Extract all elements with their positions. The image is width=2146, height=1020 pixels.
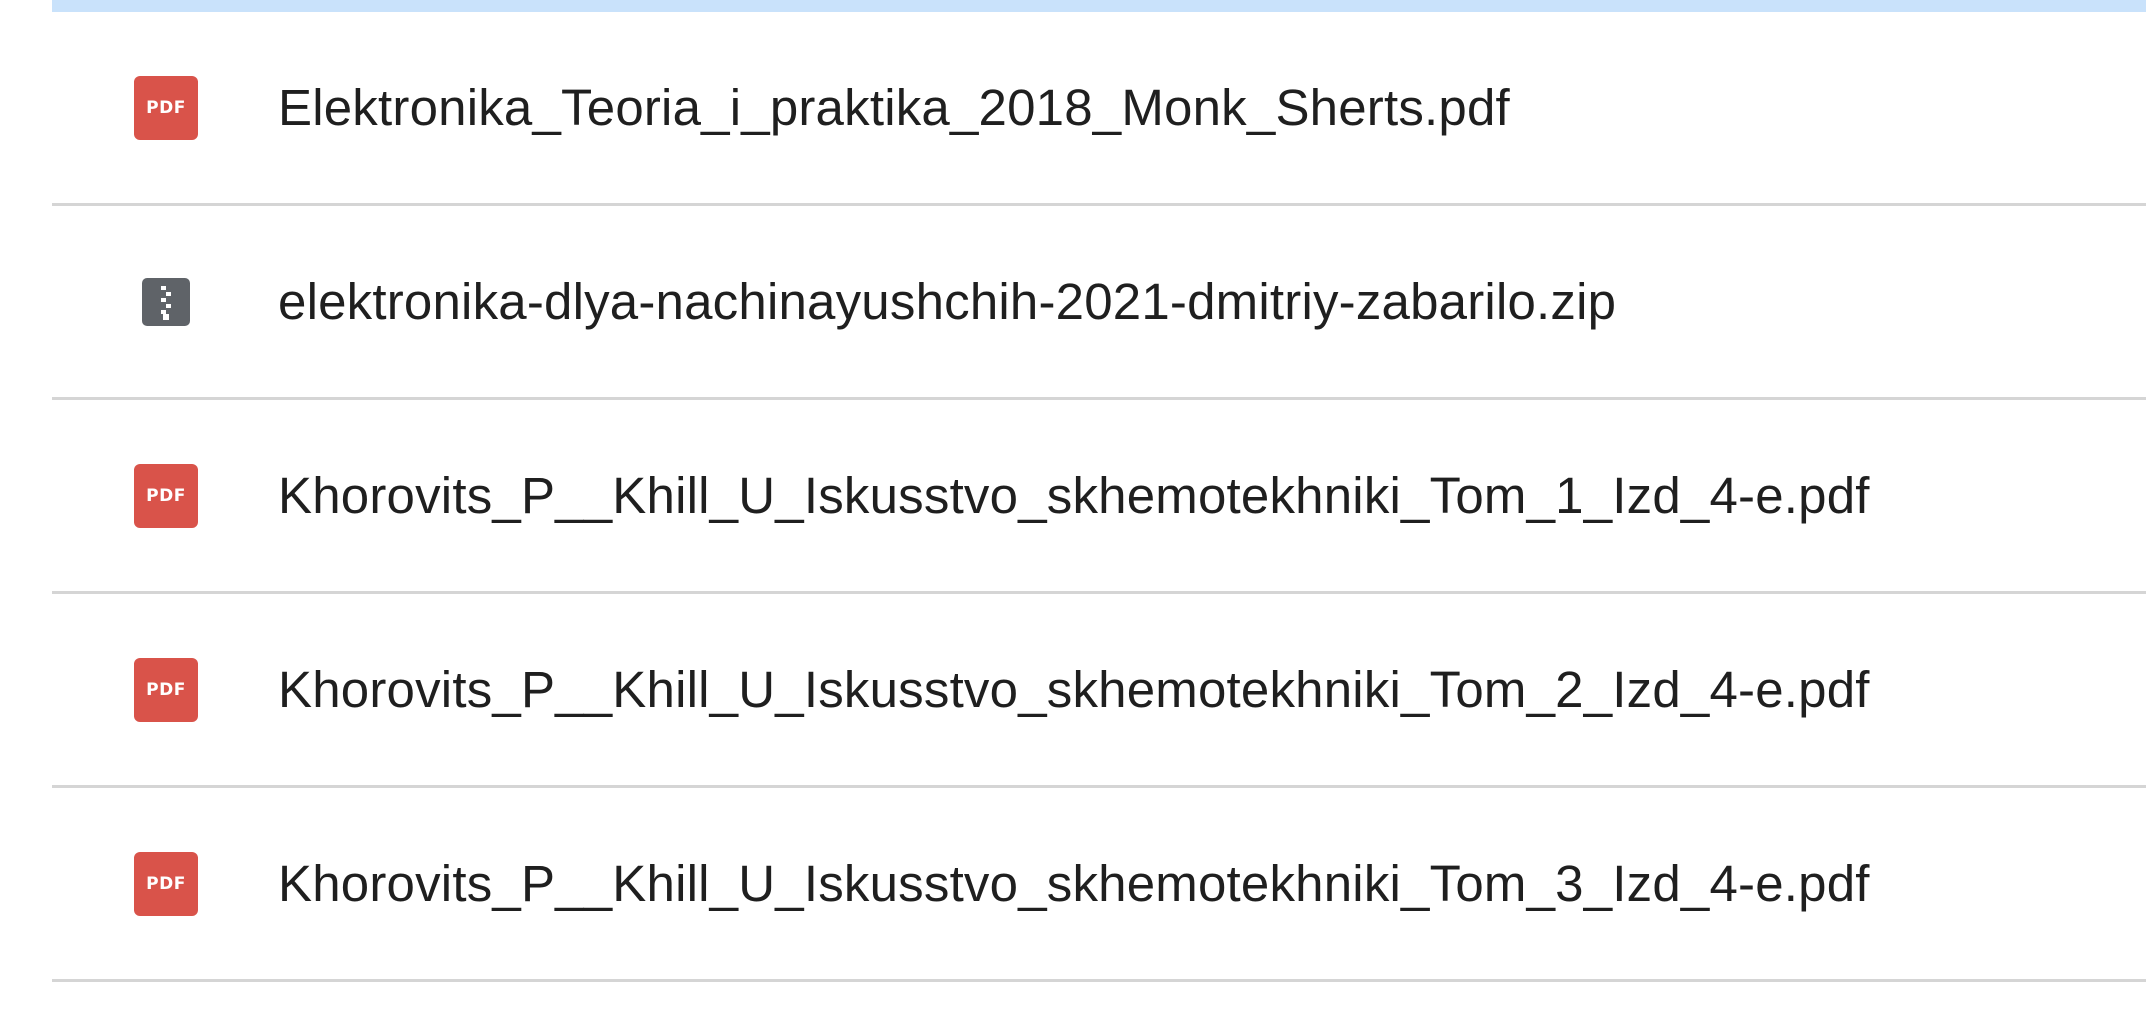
- file-row-pdf[interactable]: PDF Khorovits_P__Khill_U_Iskusstvo_skhem…: [52, 400, 2146, 594]
- pdf-file-icon: PDF: [134, 851, 198, 916]
- file-name: Khorovits_P__Khill_U_Iskusstvo_skhemotek…: [278, 855, 1870, 912]
- file-row-pdf[interactable]: PDF Elektronika_Teoria_i_praktika_2018_M…: [52, 12, 2146, 206]
- file-row-zip[interactable]: elektronika-dlya-nachinayushchih-2021-dm…: [52, 206, 2146, 400]
- pdf-file-icon: PDF: [134, 463, 198, 528]
- file-name: Khorovits_P__Khill_U_Iskusstvo_skhemotek…: [278, 661, 1870, 718]
- selected-row-highlight[interactable]: [52, 0, 2146, 12]
- file-name: Khorovits_P__Khill_U_Iskusstvo_skhemotek…: [278, 467, 1870, 524]
- file-list: PDF Elektronika_Teoria_i_praktika_2018_M…: [52, 12, 2146, 982]
- file-name: Elektronika_Teoria_i_praktika_2018_Monk_…: [278, 79, 1510, 136]
- pdf-icon-label: PDF: [146, 485, 186, 506]
- pdf-icon-label: PDF: [146, 97, 186, 118]
- zip-archive-icon: [142, 277, 190, 326]
- file-name: elektronika-dlya-nachinayushchih-2021-dm…: [278, 273, 1617, 330]
- pdf-file-icon: PDF: [134, 75, 198, 140]
- file-row-pdf[interactable]: PDF Khorovits_P__Khill_U_Iskusstvo_skhem…: [52, 594, 2146, 788]
- file-list-view: PDF Elektronika_Teoria_i_praktika_2018_M…: [0, 0, 2146, 1020]
- zipper-icon: [161, 284, 171, 320]
- pdf-icon-label: PDF: [146, 873, 186, 894]
- pdf-file-icon: PDF: [134, 657, 198, 722]
- pdf-icon-label: PDF: [146, 679, 186, 700]
- file-row-pdf[interactable]: PDF Khorovits_P__Khill_U_Iskusstvo_skhem…: [52, 788, 2146, 982]
